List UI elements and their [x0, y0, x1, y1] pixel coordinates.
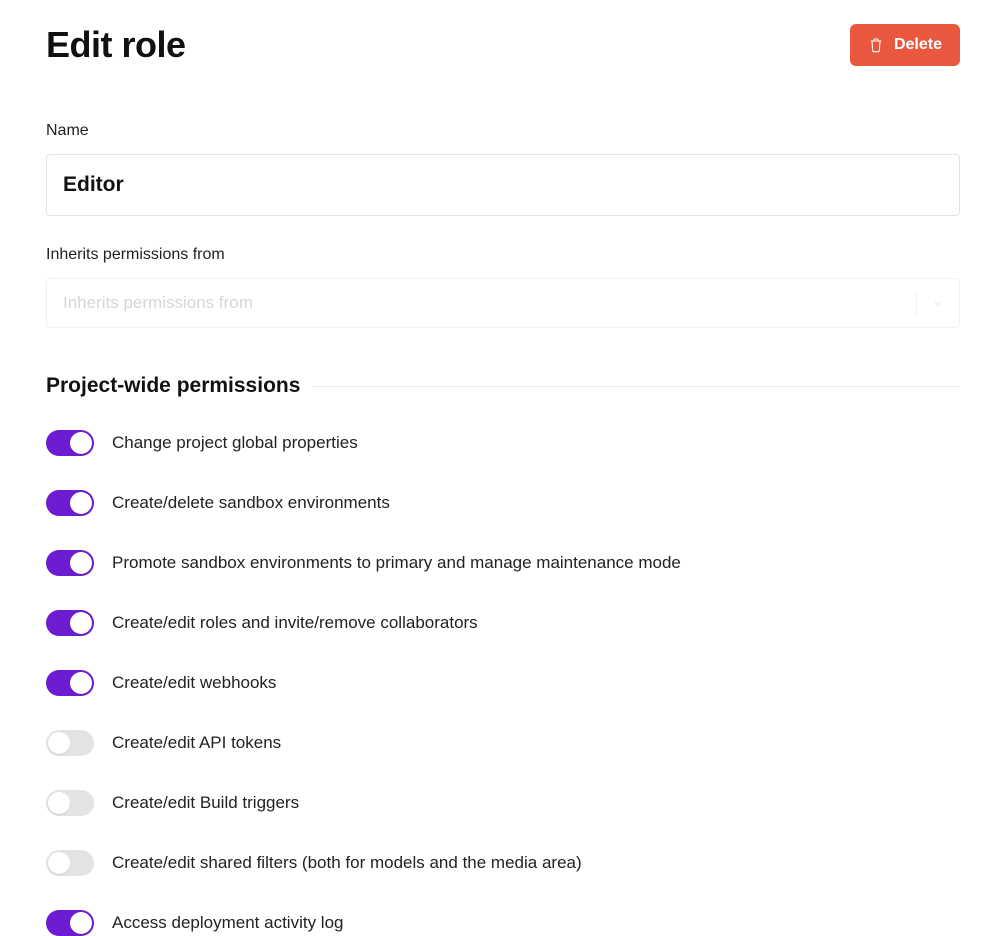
permission-toggle[interactable]	[46, 490, 94, 516]
inherits-label: Inherits permissions from	[46, 246, 960, 264]
permission-toggle[interactable]	[46, 730, 94, 756]
delete-button[interactable]: Delete	[850, 24, 960, 66]
permission-item: Access deployment activity log	[46, 910, 960, 936]
section-title: Project-wide permissions	[46, 374, 300, 398]
toggle-knob	[48, 792, 70, 814]
permission-item: Create/edit shared filters (both for mod…	[46, 850, 960, 876]
toggle-knob	[70, 492, 92, 514]
inherits-placeholder: Inherits permissions from	[47, 279, 912, 327]
permission-item: Create/edit roles and invite/remove coll…	[46, 610, 960, 636]
permission-item: Create/edit API tokens	[46, 730, 960, 756]
permission-toggle[interactable]	[46, 610, 94, 636]
permission-item: Create/edit webhooks	[46, 670, 960, 696]
permission-label: Create/delete sandbox environments	[112, 493, 390, 513]
trash-icon	[868, 36, 884, 54]
toggle-knob	[70, 672, 92, 694]
toggle-knob	[70, 912, 92, 934]
permission-item: Promote sandbox environments to primary …	[46, 550, 960, 576]
permission-label: Create/edit roles and invite/remove coll…	[112, 613, 478, 633]
permission-toggle[interactable]	[46, 430, 94, 456]
permission-toggle[interactable]	[46, 670, 94, 696]
name-label: Name	[46, 122, 960, 140]
permission-label: Create/edit API tokens	[112, 733, 281, 753]
permission-label: Promote sandbox environments to primary …	[112, 553, 681, 573]
inherits-select[interactable]: Inherits permissions from	[46, 278, 960, 328]
toggle-knob	[70, 552, 92, 574]
permission-label: Change project global properties	[112, 433, 358, 453]
select-divider	[916, 291, 917, 315]
permission-item: Change project global properties	[46, 430, 960, 456]
permission-item: Create/edit Build triggers	[46, 790, 960, 816]
toggle-knob	[70, 432, 92, 454]
toggle-knob	[70, 612, 92, 634]
permission-toggle[interactable]	[46, 790, 94, 816]
permission-toggle[interactable]	[46, 550, 94, 576]
permission-item: Create/delete sandbox environments	[46, 490, 960, 516]
toggle-knob	[48, 732, 70, 754]
toggle-knob	[48, 852, 70, 874]
name-input[interactable]	[46, 154, 960, 216]
permission-toggle[interactable]	[46, 910, 94, 936]
permission-label: Create/edit shared filters (both for mod…	[112, 853, 582, 873]
permission-toggle[interactable]	[46, 850, 94, 876]
permissions-list: Change project global properties Create/d…	[46, 430, 960, 936]
section-rule	[312, 386, 960, 387]
permission-label: Create/edit Build triggers	[112, 793, 299, 813]
chevron-down-icon	[927, 296, 959, 310]
permission-label: Access deployment activity log	[112, 913, 344, 933]
page-title: Edit role	[46, 24, 186, 66]
delete-button-label: Delete	[894, 36, 942, 54]
permission-label: Create/edit webhooks	[112, 673, 276, 693]
